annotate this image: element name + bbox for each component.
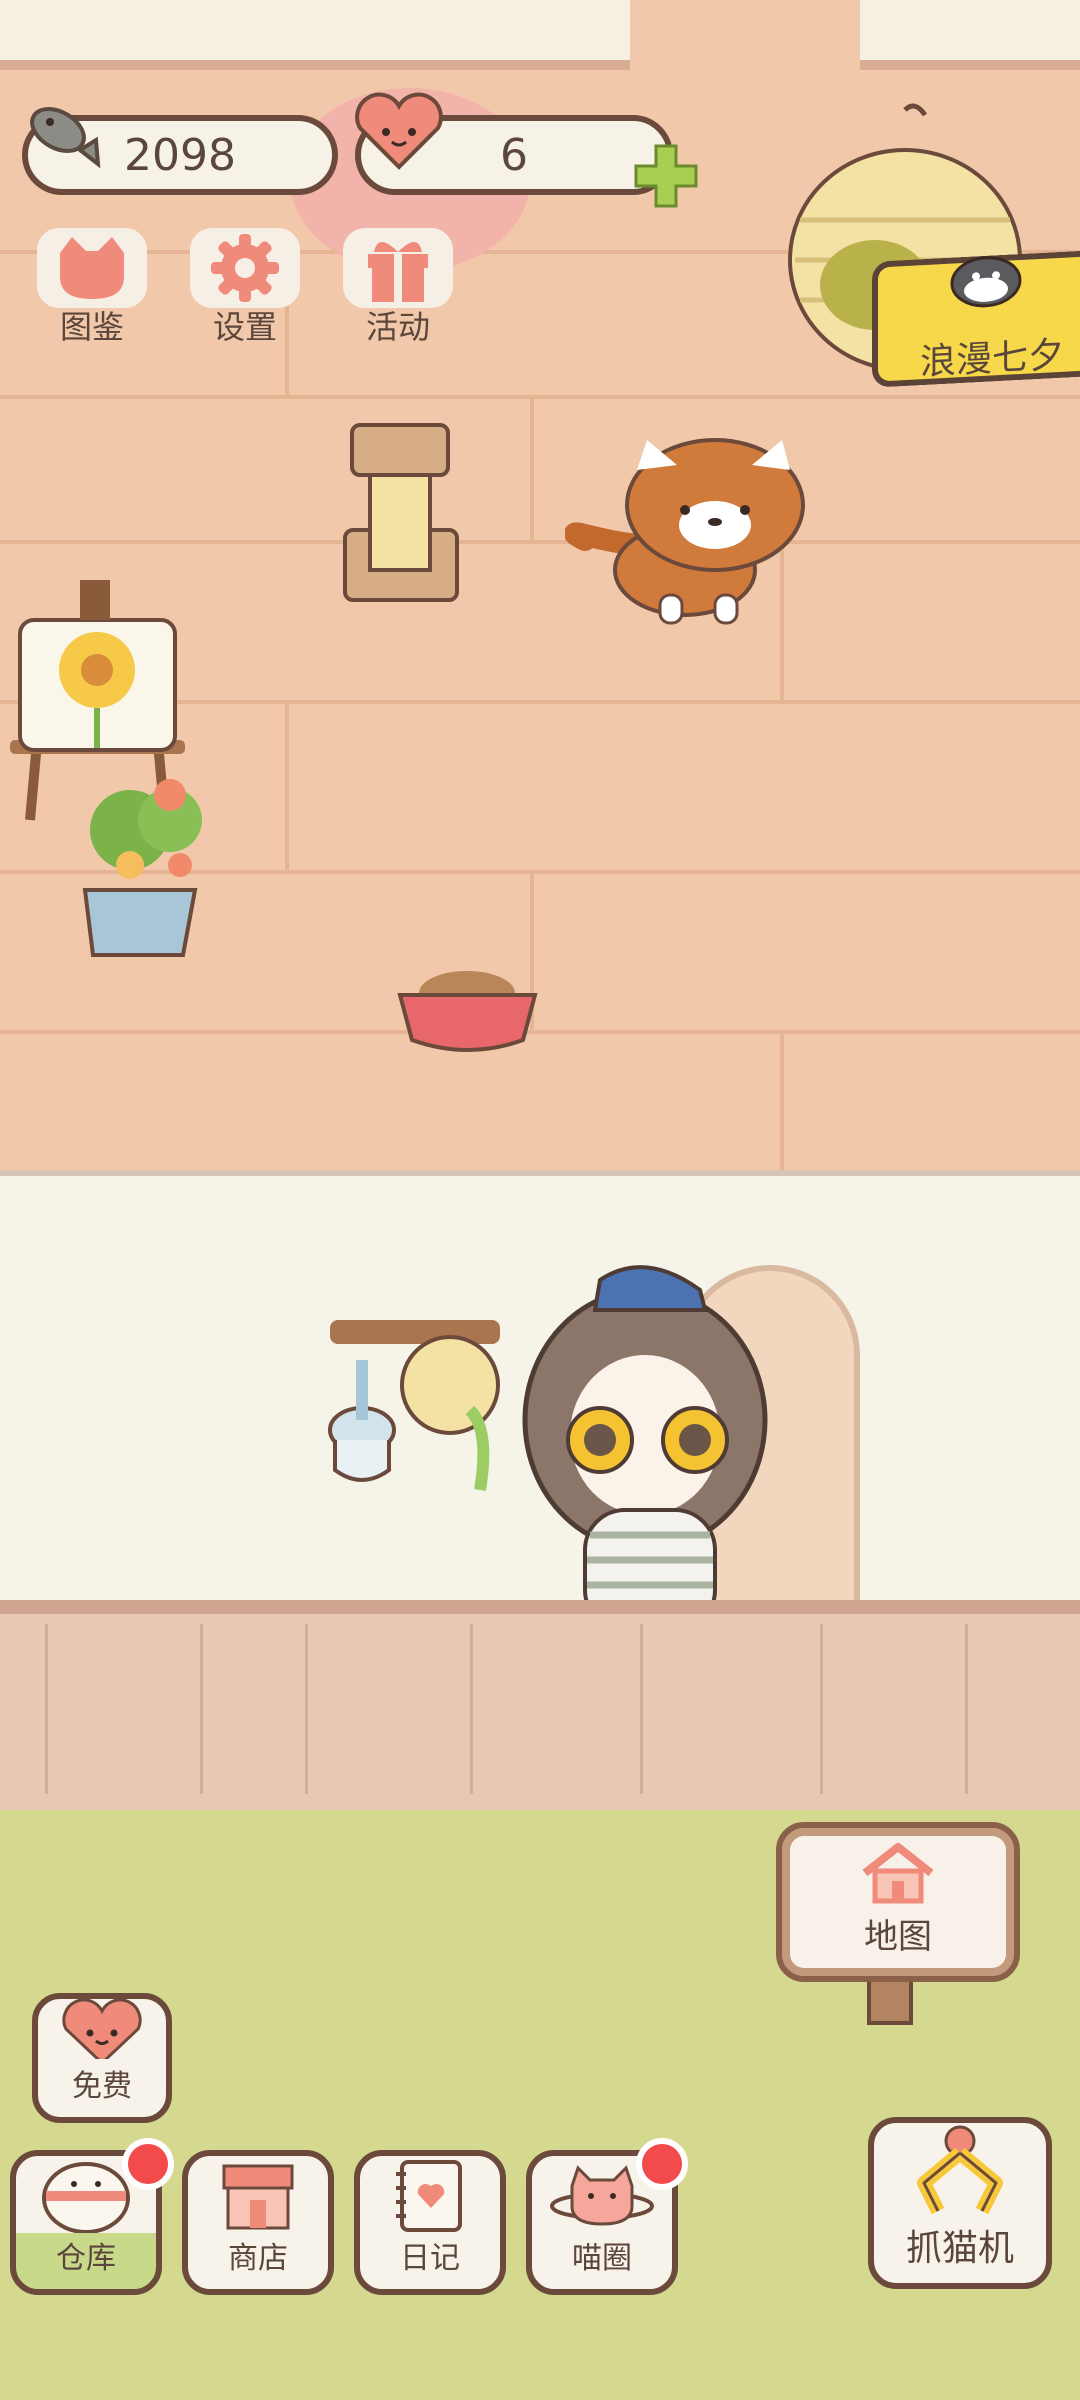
fish-count: 2098 [124,129,236,181]
diary-button[interactable]: 日记 [354,2150,506,2295]
event-banner[interactable]: 浪漫七夕 [872,250,1080,388]
potted-plant[interactable] [70,770,220,960]
shop-label: 商店 [228,2241,288,2276]
event-banner-label: 浪漫七夕 [920,334,1065,384]
food-bowl[interactable] [395,955,540,1055]
free-button[interactable]: 免费 [32,1993,172,2123]
shop-icon [222,2164,294,2230]
heart-face-icon [355,92,443,170]
collection-label: 图鉴 [59,308,124,346]
gear-icon [211,234,279,302]
storage-label: 仓库 [56,2241,116,2276]
house-icon [862,1843,934,1904]
events-label: 活动 [365,308,430,346]
heart-face-icon [62,1999,142,2059]
cat-circle-notification-dot [636,2138,688,2190]
wooden-fence [0,1600,1080,1828]
fish-icon [30,107,101,169]
plank-line [530,395,534,540]
plank-line [0,1030,1080,1034]
cat-head-icon [60,237,124,299]
penguin-icon [950,256,1022,308]
claw-icon [917,2125,1003,2215]
events-button[interactable]: 活动 [338,228,458,348]
storage-notification-dot [122,2138,174,2190]
plank-line [285,700,289,870]
map-label: 地图 [864,1917,932,1957]
settings-button[interactable]: 设置 [185,228,305,348]
top-wall [0,0,630,70]
plus-icon[interactable] [632,142,700,210]
storage-icon [42,2162,130,2233]
orange-cat[interactable] [565,430,825,630]
plank-line [0,540,1080,544]
plank-line [780,1030,784,1170]
gift-icon [368,242,428,304]
plank-line [0,395,1080,399]
shop-button[interactable]: 商店 [182,2150,334,2295]
diary-icon [396,2160,462,2232]
scratching-post[interactable] [340,420,465,605]
free-label: 免费 [72,2069,132,2104]
heart-count: 6 [500,129,528,181]
wall-hook-rack [328,1320,500,1491]
map-button[interactable]: 地图 [776,1822,1020,1982]
claw-machine-button[interactable]: 抓猫机 [868,2117,1052,2289]
cat-circle-label: 喵圈 [572,2241,632,2276]
diary-label: 日记 [400,2241,460,2276]
collection-button[interactable]: 图鉴 [32,228,152,348]
settings-label: 设置 [212,308,277,346]
top-wall [860,0,1080,70]
claw-machine-label: 抓猫机 [905,2228,1014,2269]
